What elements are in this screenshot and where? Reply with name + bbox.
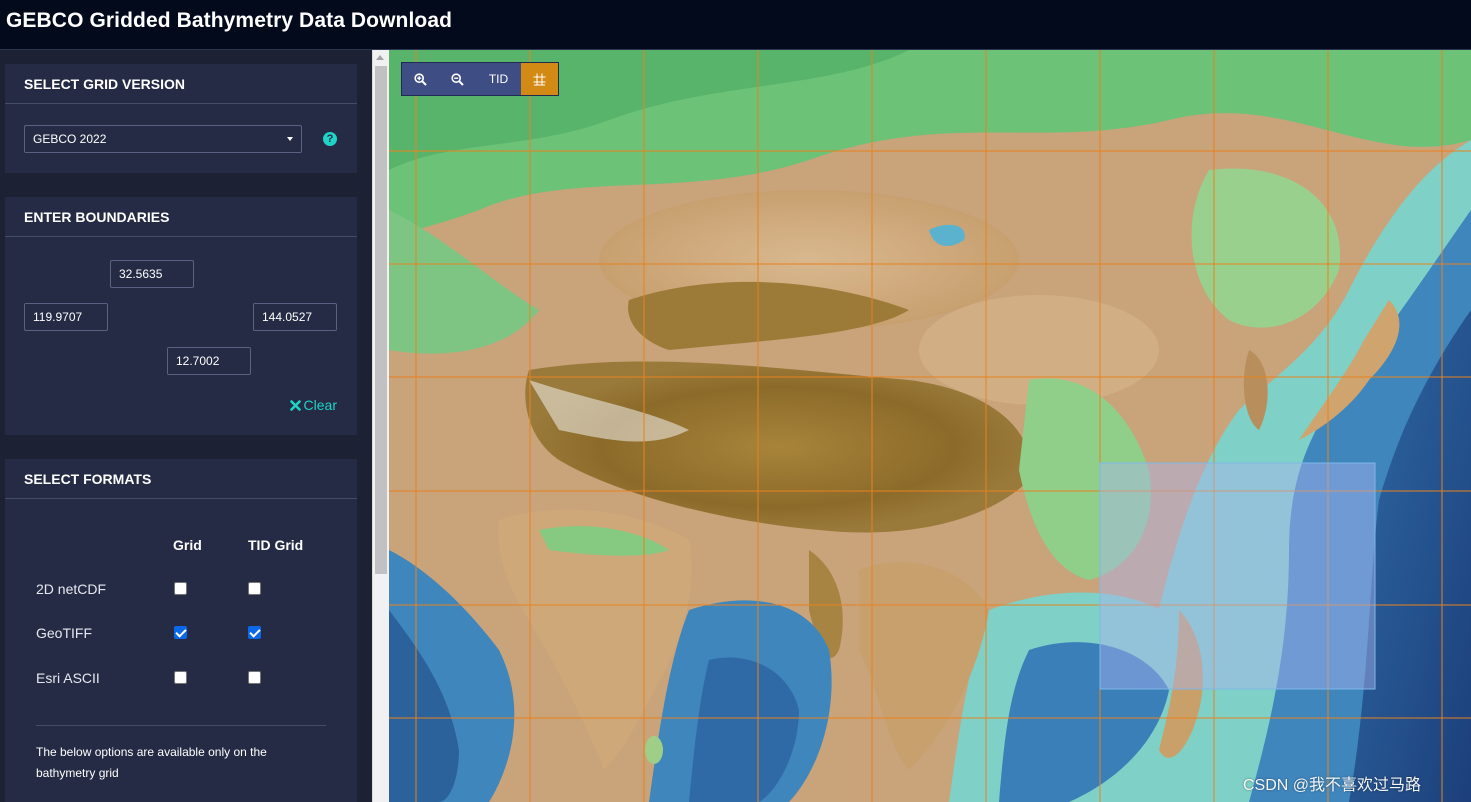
map-view[interactable]: TID [389, 50, 1471, 802]
boundaries-heading: ENTER BOUNDARIES [5, 197, 357, 237]
relief-map[interactable] [389, 50, 1471, 802]
sidebar-scrollbar[interactable] [372, 50, 389, 802]
grid-toggle-button[interactable] [521, 63, 558, 95]
selection-area[interactable] [1099, 462, 1376, 690]
map-toolbar: TID [401, 62, 559, 96]
scroll-up-arrow-icon[interactable] [376, 55, 384, 60]
bathymetry-note: The below options are available only on … [36, 745, 267, 780]
sri-lanka [645, 736, 663, 764]
grid-version-value: GEBCO 2022 [33, 132, 107, 146]
netcdf-grid-checkbox[interactable] [174, 582, 187, 595]
grid-column-header: Grid [173, 537, 202, 553]
app-header: GEBCO Gridded Bathymetry Data Download [0, 0, 1471, 50]
zoom-in-icon [414, 72, 427, 86]
page-title: GEBCO Gridded Bathymetry Data Download [6, 9, 453, 32]
scroll-thumb[interactable] [375, 66, 387, 574]
geotiff-grid-checkbox[interactable] [174, 626, 187, 639]
zoom-out-button[interactable] [439, 63, 476, 95]
esri-grid-checkbox[interactable] [174, 671, 187, 684]
west-input[interactable] [24, 303, 108, 331]
format-label-esri-ascii: Esri ASCII [36, 670, 100, 686]
netcdf-tid-checkbox[interactable] [248, 582, 261, 595]
divider [36, 725, 326, 726]
chevron-down-icon [287, 137, 293, 141]
clear-button[interactable]: Clear [289, 397, 337, 413]
grid-version-select[interactable]: GEBCO 2022 [24, 125, 302, 153]
sidebar: SELECT GRID VERSION GEBCO 2022 ? ENTER B… [0, 50, 372, 802]
grid-version-panel: SELECT GRID VERSION GEBCO 2022 ? [5, 64, 357, 173]
north-input[interactable] [110, 260, 194, 288]
east-input[interactable] [253, 303, 337, 331]
geotiff-tid-checkbox[interactable] [248, 626, 261, 639]
grid-version-heading: SELECT GRID VERSION [5, 64, 357, 104]
close-icon [289, 399, 301, 411]
grid-icon [533, 73, 546, 85]
boundaries-panel: ENTER BOUNDARIES Clear [5, 197, 357, 435]
format-label-geotiff: GeoTIFF [36, 625, 93, 641]
watermark: CSDN @我不喜欢过马路 [1243, 777, 1422, 794]
south-input[interactable] [167, 347, 251, 375]
tid-toggle-button[interactable]: TID [476, 63, 521, 95]
zoom-in-button[interactable] [402, 63, 439, 95]
formats-panel: SELECT FORMATS Grid TID Grid 2D netCDF G… [5, 459, 357, 802]
formats-heading: SELECT FORMATS [5, 459, 357, 499]
help-icon[interactable]: ? [323, 132, 337, 146]
esri-tid-checkbox[interactable] [248, 671, 261, 684]
clear-label: Clear [303, 397, 337, 413]
format-label-netcdf: 2D netCDF [36, 581, 107, 597]
tid-grid-column-header: TID Grid [248, 537, 304, 553]
zoom-out-icon [451, 72, 464, 86]
